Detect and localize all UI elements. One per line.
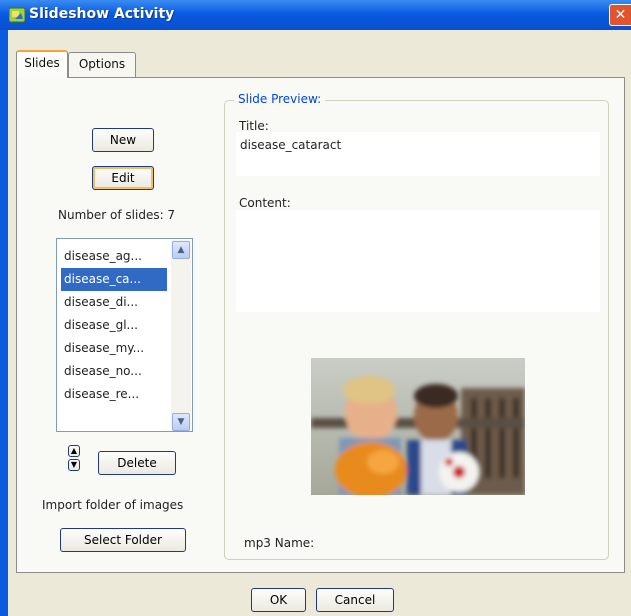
mp3-name-label: mp3 Name: [244, 536, 315, 550]
close-button[interactable]: ✕ [609, 4, 631, 26]
scroll-up-icon[interactable]: ▲ [172, 241, 190, 259]
list-item[interactable]: disease_my... [61, 337, 167, 360]
list-item[interactable]: disease_no... [61, 360, 167, 383]
list-item[interactable]: disease_gl... [61, 314, 167, 337]
content-field [236, 210, 600, 312]
move-up-icon[interactable]: ▲ [68, 445, 80, 457]
app-icon [9, 7, 25, 23]
scroll-down-icon[interactable]: ▼ [172, 413, 190, 431]
slide-count-label: Number of slides: 7 [58, 208, 176, 222]
list-item[interactable]: disease_ag... [61, 245, 167, 268]
list-item[interactable]: disease_re... [61, 383, 167, 406]
title-bar[interactable]: Slideshow Activity ✕ [0, 0, 631, 30]
window-frame [0, 30, 8, 616]
delete-button[interactable]: Delete [98, 451, 176, 475]
slide-preview-image [311, 358, 525, 495]
tab-options[interactable]: Options [68, 52, 136, 77]
list-item[interactable]: disease_di... [61, 291, 167, 314]
slide-preview-legend: Slide Preview: [234, 92, 326, 106]
title-field: disease_cataract [236, 132, 600, 176]
ok-button[interactable]: OK [251, 588, 306, 612]
title-label: Title: [239, 119, 269, 133]
title-value: disease_cataract [240, 138, 342, 152]
import-folder-label: Import folder of images [42, 498, 184, 512]
cancel-button[interactable]: Cancel [316, 588, 394, 612]
slideshow-activity-window: Slideshow Activity ✕ Slides Options New … [0, 0, 631, 616]
edit-slide-button[interactable]: Edit [92, 166, 154, 190]
list-scrollbar[interactable] [171, 240, 191, 430]
tab-slides[interactable]: Slides [16, 50, 68, 78]
list-item-selected[interactable]: disease_ca... [61, 268, 167, 291]
window-title: Slideshow Activity [29, 6, 175, 22]
new-slide-button[interactable]: New [92, 128, 154, 152]
slides-list[interactable]: disease_ag... disease_ca... disease_di..… [56, 238, 193, 432]
select-folder-button[interactable]: Select Folder [60, 528, 186, 552]
content-label: Content: [239, 196, 291, 210]
move-down-icon[interactable]: ▼ [68, 459, 80, 471]
